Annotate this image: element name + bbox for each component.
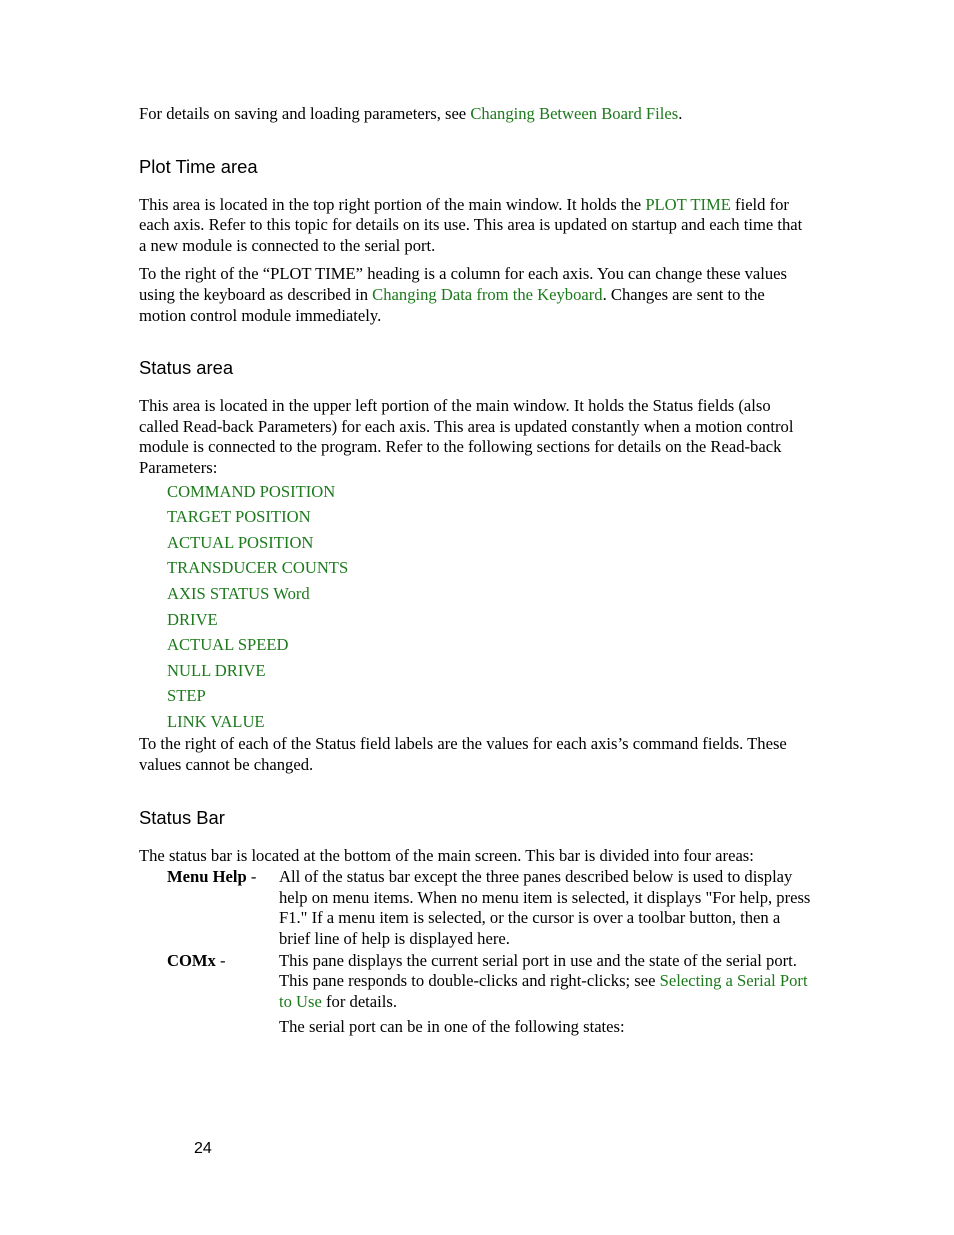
heading-plot-time-area: Plot Time area xyxy=(139,155,258,177)
plot-time-p1-part1: This area is located in the top right po… xyxy=(139,194,646,214)
comx-desc-line2: The serial port can be in one of the fol… xyxy=(279,1017,625,1037)
heading-status-bar: Status Bar xyxy=(139,806,225,828)
status-bar-paragraph-1: The status bar is located at the bottom … xyxy=(139,845,754,865)
definition-entry-comx: COMx - This pane displays the current se… xyxy=(139,951,811,1038)
list-item[interactable]: COMMAND POSITION xyxy=(167,479,811,505)
definition-description: All of the status bar except the three p… xyxy=(279,867,811,949)
definition-term: COMx - xyxy=(167,951,279,972)
list-item[interactable]: STEP xyxy=(167,683,811,709)
definition-term: Menu Help - xyxy=(167,867,279,888)
definition-description: This pane displays the current serial po… xyxy=(279,951,811,1038)
status-bar-definition-list: Menu Help - All of the status bar except… xyxy=(139,867,811,1038)
link-plot-time[interactable]: PLOT TIME xyxy=(645,195,731,214)
list-item[interactable]: TRANSDUCER COUNTS xyxy=(167,555,811,581)
list-item[interactable]: ACTUAL SPEED xyxy=(167,632,811,658)
list-item[interactable]: LINK VALUE xyxy=(167,709,811,735)
list-item[interactable]: DRIVE xyxy=(167,607,811,633)
list-item[interactable]: ACTUAL POSITION xyxy=(167,530,811,556)
page-content: For details on saving and loading parame… xyxy=(139,104,811,1038)
definition-term-label: Menu Help xyxy=(167,867,247,887)
definition-term-label: COMx xyxy=(167,950,216,970)
document-page: For details on saving and loading parame… xyxy=(0,0,954,1235)
definition-description-text: All of the status bar except the three p… xyxy=(279,867,811,949)
intro-paragraph: For details on saving and loading parame… xyxy=(139,104,811,125)
readback-parameter-list: COMMAND POSITION TARGET POSITION ACTUAL … xyxy=(139,479,811,735)
list-item[interactable]: NULL DRIVE xyxy=(167,658,811,684)
plot-time-paragraph-1: This area is located in the top right po… xyxy=(139,195,811,257)
status-area-paragraph-1: This area is located in the upper left p… xyxy=(139,396,794,477)
list-item[interactable]: TARGET POSITION xyxy=(167,504,811,530)
intro-text-after: . xyxy=(678,104,683,123)
definition-description-text: This pane displays the current serial po… xyxy=(279,951,811,1013)
link-changing-data-from-the-keyboard[interactable]: Changing Data from the Keyboard xyxy=(372,285,602,304)
definition-term-dash: - xyxy=(215,950,226,970)
page-number: 24 xyxy=(194,1140,212,1157)
intro-text-before: For details on saving and loading parame… xyxy=(139,104,471,123)
link-changing-between-board-files[interactable]: Changing Between Board Files xyxy=(470,104,678,123)
status-area-paragraph-2: To the right of each of the Status field… xyxy=(139,734,787,775)
heading-status-area: Status area xyxy=(139,357,234,379)
comx-desc-part2: for details. xyxy=(321,991,397,1011)
list-item[interactable]: AXIS STATUS Word xyxy=(167,581,811,607)
plot-time-paragraph-2: To the right of the “PLOT TIME” heading … xyxy=(139,264,811,326)
definition-term-dash: - xyxy=(246,867,257,887)
definition-entry-menu-help: Menu Help - All of the status bar except… xyxy=(139,867,811,949)
